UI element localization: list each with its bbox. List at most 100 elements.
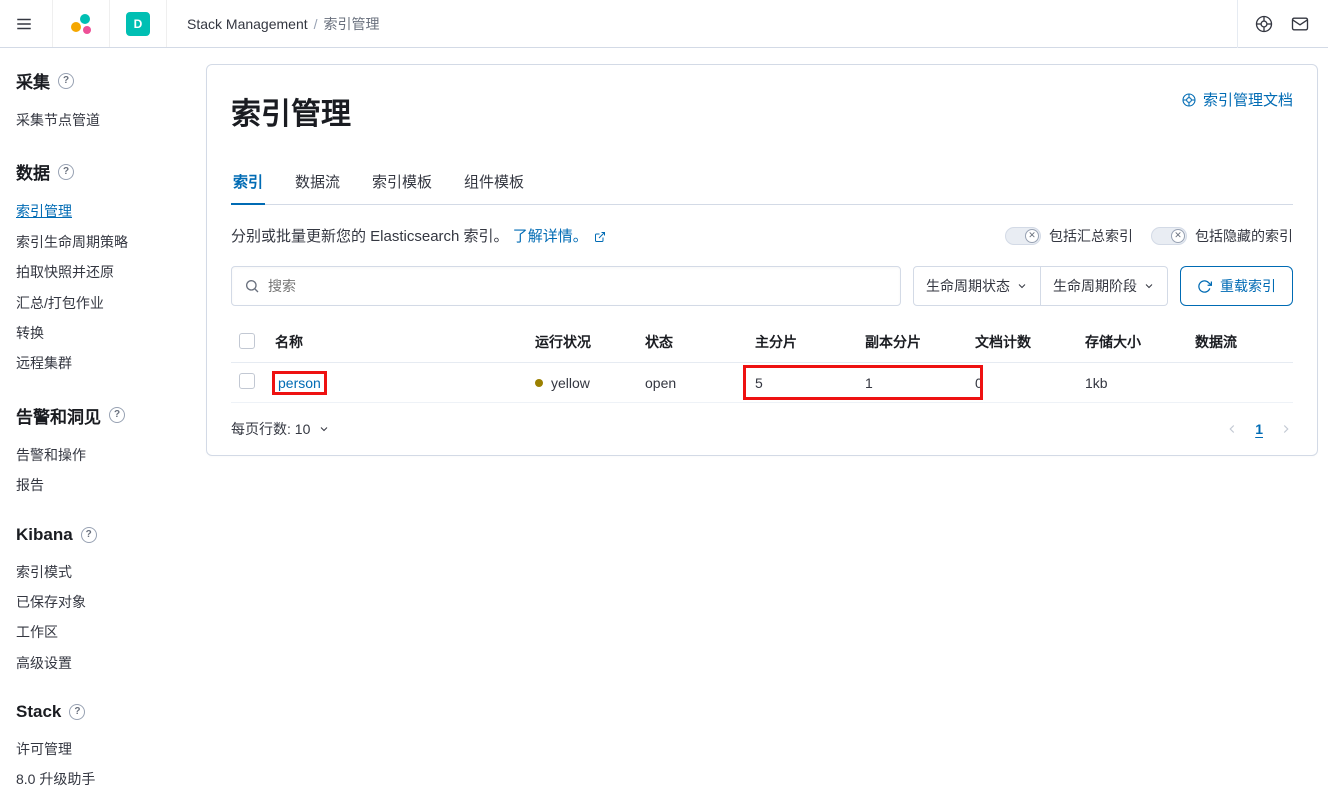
sidebar: 采集? 采集节点管道 数据? 索引管理 索引生命周期策略 拍取快照并还原 汇总/… [0,48,196,798]
docs-cell: 0 [967,363,1077,403]
col-docs[interactable]: 文档计数 [967,322,1077,363]
stream-cell [1187,363,1293,403]
tabs: 索引 数据流 索引模板 组件模板 [231,161,1293,205]
description-prefix: 分别或批量更新您的 Elasticsearch 索引。 [231,228,509,245]
sidebar-item-advanced[interactable]: 高级设置 [16,648,196,678]
page-number[interactable]: 1 [1251,419,1267,439]
sidebar-item-alerts[interactable]: 告警和操作 [16,440,196,470]
search-icon [244,278,260,294]
indices-table: 名称 运行状况 状态 主分片 副本分片 文档计数 存储大小 数据流 [231,322,1293,403]
sidebar-title: 告警和洞见 [16,403,101,428]
reload-indices-button[interactable]: 重载索引 [1180,266,1293,306]
sidebar-item-ingest-pipelines[interactable]: 采集节点管道 [16,105,196,135]
col-size[interactable]: 存储大小 [1077,322,1187,363]
sidebar-item-ilm[interactable]: 索引生命周期策略 [16,227,196,257]
breadcrumb: Stack Management / 索引管理 [187,14,380,34]
search-box[interactable] [231,266,901,306]
col-primaries[interactable]: 主分片 [747,322,857,363]
help-icon[interactable]: ? [81,527,97,543]
help-icon[interactable]: ? [58,73,74,89]
toggle-include-rollup[interactable]: ✕ 包括汇总索引 [1005,226,1133,246]
rows-per-page-selector[interactable]: 每页行数: 10 [231,419,330,439]
tab-datastreams[interactable]: 数据流 [293,161,342,204]
col-health[interactable]: 运行状况 [527,322,637,363]
chevron-down-icon [318,423,330,435]
next-page-button[interactable] [1279,422,1293,436]
primaries-cell: 5 [747,363,857,403]
sidebar-section-data: 数据? 索引管理 索引生命周期策略 拍取快照并还原 汇总/打包作业 转换 远程集… [16,159,196,378]
sidebar-section-ingest: 采集? 采集节点管道 [16,68,196,135]
col-status[interactable]: 状态 [637,322,747,363]
sidebar-item-license[interactable]: 许可管理 [16,734,196,764]
col-name[interactable]: 名称 [267,322,527,363]
sidebar-item-reporting[interactable]: 报告 [16,470,196,500]
filter-lifecycle-phase[interactable]: 生命周期阶段 [1041,266,1168,306]
pagination: 1 [1225,419,1293,439]
help-icon [1181,92,1197,108]
menu-toggle-button[interactable] [8,8,40,40]
index-name-link[interactable]: person [278,375,321,391]
sidebar-item-remote-clusters[interactable]: 远程集群 [16,348,196,378]
row-checkbox[interactable] [239,373,255,389]
main-content: 索引管理 索引管理文档 索引 数据流 索引模板 组件模板 分别或批量更新您的 E… [196,48,1328,798]
status-cell: open [637,363,747,403]
sidebar-section-alerts: 告警和洞见? 告警和操作 报告 [16,403,196,501]
health-text: yellow [551,375,590,391]
breadcrumb-current: 索引管理 [324,14,380,34]
help-icon[interactable]: ? [69,704,85,720]
col-replicas[interactable]: 副本分片 [857,322,967,363]
toggle-label: 包括汇总索引 [1049,226,1133,246]
search-input[interactable] [268,278,888,294]
space-avatar-initial: D [126,12,150,36]
sidebar-title: Kibana [16,525,73,545]
switch-off[interactable]: ✕ [1005,227,1041,245]
help-icon[interactable]: ? [109,407,125,423]
tab-index-templates[interactable]: 索引模板 [370,161,434,204]
sidebar-item-upgrade[interactable]: 8.0 升级助手 [16,764,196,794]
toggle-include-hidden[interactable]: ✕ 包括隐藏的索引 [1151,226,1293,246]
sidebar-item-transforms[interactable]: 转换 [16,318,196,348]
replicas-cell: 1 [857,363,967,403]
sidebar-title: 采集 [16,68,50,93]
page-title: 索引管理 [231,89,351,133]
space-avatar[interactable]: D [122,8,154,40]
reload-label: 重载索引 [1220,276,1276,296]
health-dot-yellow [535,379,543,387]
sidebar-item-index-management[interactable]: 索引管理 [16,196,196,226]
toggle-label: 包括隐藏的索引 [1195,226,1293,246]
prev-page-button[interactable] [1225,422,1239,436]
sidebar-item-index-patterns[interactable]: 索引模式 [16,557,196,587]
index-management-panel: 索引管理 索引管理文档 索引 数据流 索引模板 组件模板 分别或批量更新您的 E… [206,64,1318,456]
lifecycle-filters: 生命周期状态 生命周期阶段 [913,266,1168,306]
col-stream[interactable]: 数据流 [1187,322,1293,363]
sidebar-item-snapshots[interactable]: 拍取快照并还原 [16,257,196,287]
docs-link[interactable]: 索引管理文档 [1181,89,1293,110]
breadcrumb-separator: / [314,16,318,32]
chevron-down-icon [1143,280,1155,292]
sidebar-title: 数据 [16,159,50,184]
filter-lifecycle-status[interactable]: 生命周期状态 [913,266,1041,306]
help-icon[interactable]: ? [58,164,74,180]
external-link-icon [594,231,606,243]
newsfeed-button[interactable] [1284,8,1316,40]
sidebar-item-spaces[interactable]: 工作区 [16,617,196,647]
tab-component-templates[interactable]: 组件模板 [462,161,526,204]
annotation-highlight: person [275,374,324,392]
sidebar-item-saved-objects[interactable]: 已保存对象 [16,587,196,617]
switch-off[interactable]: ✕ [1151,227,1187,245]
learn-more-link[interactable]: 了解详情。 [513,228,588,245]
rows-per-page-label: 每页行数: 10 [231,419,310,439]
elastic-logo[interactable] [65,8,97,40]
tab-indices[interactable]: 索引 [231,161,265,204]
description-text: 分别或批量更新您的 Elasticsearch 索引。 了解详情。 [231,225,606,246]
table-row: person yellow open 5 [231,363,1293,403]
health-cell: yellow [535,375,629,391]
sidebar-item-rollup[interactable]: 汇总/打包作业 [16,288,196,318]
sidebar-section-stack: Stack? 许可管理 8.0 升级助手 [16,702,196,795]
refresh-icon [1197,279,1212,294]
select-all-checkbox[interactable] [239,333,255,349]
breadcrumb-parent[interactable]: Stack Management [187,16,308,32]
table-header-row: 名称 运行状况 状态 主分片 副本分片 文档计数 存储大小 数据流 [231,322,1293,363]
app-header: D Stack Management / 索引管理 [0,0,1328,48]
help-menu-button[interactable] [1248,8,1280,40]
